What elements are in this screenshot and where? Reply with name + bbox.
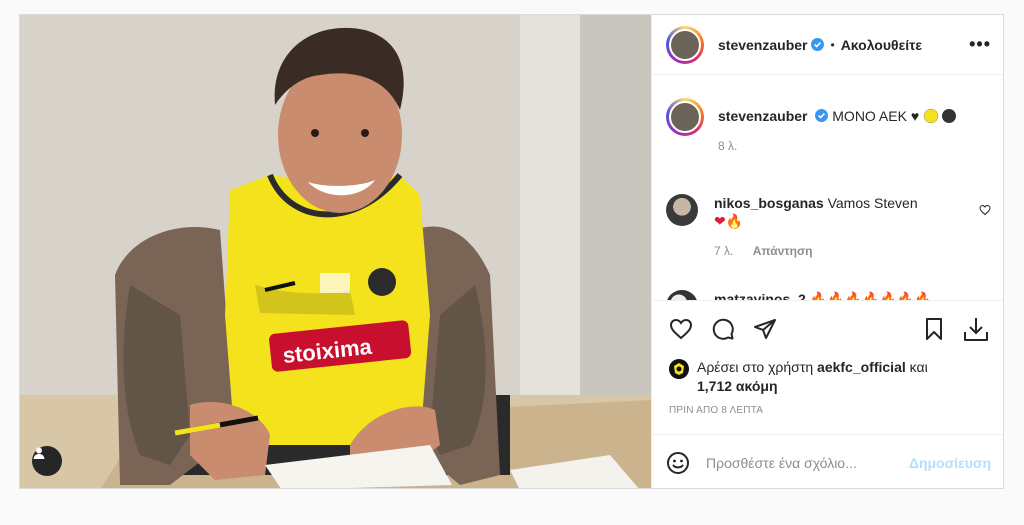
comment-button[interactable]	[708, 314, 738, 344]
commenter-avatar[interactable]	[666, 194, 698, 226]
photo-player-signing: stoixima	[20, 15, 651, 488]
comment-item: matzavinos_2 🔥🔥🔥🔥🔥🔥🔥	[652, 290, 1003, 300]
likes-prefix: Αρέσει στο χρήστη	[697, 359, 814, 375]
comment-item: nikos_bosganas Vamos Steven ❤🔥 7 λ. Απάν…	[652, 194, 1003, 260]
comment-emoji: ❤🔥	[714, 213, 744, 229]
reply-button[interactable]: Απάντηση	[753, 244, 813, 258]
action-bar	[666, 314, 991, 344]
save-button[interactable]	[919, 314, 949, 344]
liker-username[interactable]: aekfc_official	[817, 359, 906, 375]
heart-icon	[669, 318, 693, 340]
following-button[interactable]: Ακολουθείτε	[841, 37, 922, 53]
likes-count[interactable]: 1,712 ακόμη	[697, 378, 778, 394]
comment-input[interactable]: Προσθέστε ένα σχόλιο...	[706, 455, 909, 471]
share-button[interactable]	[750, 314, 780, 344]
author-avatar[interactable]	[666, 25, 704, 64]
comment-text: Vamos Steven	[827, 195, 918, 211]
caption: stevenzauber MONO AEK ♥ 8 λ.	[652, 98, 1003, 155]
post-sidebar: stevenzauber • Ακολουθείτε ••• stevenzau…	[651, 15, 1003, 488]
separator-dot: •	[830, 37, 835, 52]
caption-time[interactable]: 8 λ.	[718, 139, 737, 153]
author-username[interactable]: stevenzauber	[718, 37, 807, 53]
aek-crest-icon	[674, 363, 684, 375]
comments-list: stevenzauber MONO AEK ♥ 8 λ. nikos_bosga…	[652, 76, 1003, 300]
verified-icon	[815, 109, 829, 122]
user-tag-icon	[33, 447, 45, 459]
liker-avatar[interactable]	[669, 359, 689, 379]
post-comment-button[interactable]: Δημοσίευση	[909, 455, 991, 471]
commenter-avatar[interactable]	[666, 290, 698, 300]
share-icon	[754, 319, 776, 339]
user-tag-button[interactable]	[32, 446, 62, 476]
like-button[interactable]	[666, 314, 696, 344]
comment-like-icon[interactable]	[979, 204, 991, 216]
post-header: stevenzauber • Ακολουθείτε •••	[652, 15, 1003, 75]
likes-conjunction: και	[909, 359, 928, 375]
caption-username[interactable]: stevenzauber	[718, 108, 807, 124]
divider	[652, 300, 1003, 301]
comment-composer: Προσθέστε ένα σχόλιο... Δημοσίευση	[652, 435, 1003, 488]
post-dialog: stoixima stevenzauber • Ακολουθείτε ••• …	[19, 14, 1004, 489]
comment-text: 🔥🔥🔥🔥🔥🔥🔥	[809, 291, 932, 300]
caption-text: MONO AEK ♥	[832, 108, 920, 124]
comment-username[interactable]: matzavinos_2	[714, 291, 806, 300]
comment-icon	[712, 318, 734, 340]
post-image[interactable]: stoixima	[20, 15, 651, 488]
likes-summary: Αρέσει στο χρήστη aekfc_official και 1,7…	[669, 358, 991, 396]
post-timestamp[interactable]: ΠΡΙΝ ΑΠΟ 8 ΛΕΠΤΑ	[669, 405, 763, 416]
emoji-icon[interactable]	[666, 451, 690, 475]
comment-time[interactable]: 7 λ.	[714, 244, 733, 258]
verified-icon	[811, 38, 825, 51]
download-button[interactable]	[961, 314, 991, 344]
yellow-black-circles-emoji	[923, 108, 957, 124]
caption-avatar[interactable]	[666, 98, 704, 136]
more-icon[interactable]: •••	[969, 34, 991, 55]
bookmark-icon	[926, 318, 942, 340]
comment-username[interactable]: nikos_bosganas	[714, 195, 824, 211]
download-icon	[964, 318, 988, 341]
